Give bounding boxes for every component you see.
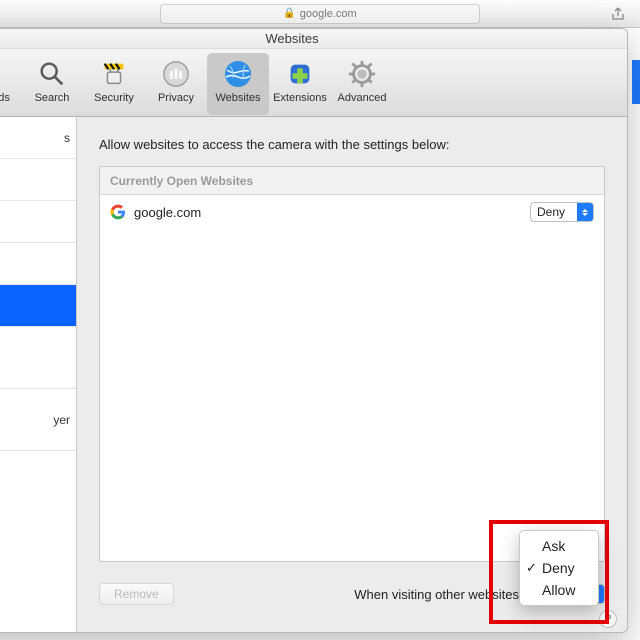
dropdown-menu: Ask ✓Deny Allow: [519, 530, 599, 606]
toolbar-label: Security: [94, 92, 134, 104]
site-name: google.com: [134, 205, 530, 220]
menu-item-ask[interactable]: Ask: [520, 535, 598, 557]
toolbar-label: Websites: [215, 92, 260, 104]
sidebar-item[interactable]: .: [0, 201, 76, 243]
help-icon[interactable]: ?: [599, 610, 617, 628]
sidebar: s . . . . yer: [0, 117, 77, 632]
remove-button[interactable]: Remove: [99, 583, 174, 605]
browser-toolbar: 🔒 google.com: [0, 0, 640, 28]
toolbar-label: Search: [35, 92, 70, 104]
address-bar[interactable]: 🔒 google.com: [160, 4, 480, 24]
content-area: s . . . . yer Allow websites to access t…: [0, 117, 627, 632]
toolbar-item-privacy[interactable]: Privacy: [145, 53, 207, 115]
footer-label: When visiting other websites: [354, 587, 519, 602]
menu-item-allow[interactable]: Allow: [520, 579, 598, 601]
site-row[interactable]: google.com Deny: [100, 195, 604, 229]
panel-footer: Remove When visiting other websites Deny…: [99, 570, 605, 618]
sidebar-item[interactable]: s: [0, 117, 76, 159]
privacy-icon: [159, 57, 193, 91]
websites-list-panel: Currently Open Websites google.com Deny: [99, 166, 605, 562]
sidebar-item[interactable]: .: [0, 327, 76, 389]
extensions-icon: [283, 57, 317, 91]
preferences-window: Websites Passwords Search Security Priva…: [0, 28, 628, 633]
security-icon: [97, 57, 131, 91]
preferences-toolbar: Passwords Search Security Privacy Websit…: [0, 49, 627, 117]
toolbar-item-extensions[interactable]: Extensions: [269, 53, 331, 115]
toolbar-item-advanced[interactable]: Advanced: [331, 53, 393, 115]
globe-icon: [221, 57, 255, 91]
toolbar-label: Extensions: [273, 92, 327, 104]
check-icon: ✓: [526, 560, 537, 576]
sidebar-item-selected[interactable]: [0, 285, 76, 327]
window-title: Websites: [0, 29, 627, 49]
toolbar-item-passwords[interactable]: Passwords: [0, 53, 21, 115]
google-favicon-icon: [110, 204, 126, 220]
instruction-text: Allow websites to access the camera with…: [99, 137, 605, 152]
key-icon: [0, 57, 7, 91]
address-text: google.com: [300, 8, 357, 20]
lock-icon: 🔒: [283, 8, 295, 19]
gear-icon: [345, 57, 379, 91]
menu-item-deny[interactable]: ✓Deny: [520, 557, 598, 579]
toolbar-item-security[interactable]: Security: [83, 53, 145, 115]
sidebar-item[interactable]: .: [0, 159, 76, 201]
toolbar-label: Passwords: [0, 92, 10, 104]
main-panel: Allow websites to access the camera with…: [77, 117, 627, 632]
site-policy-select[interactable]: Deny: [530, 202, 594, 222]
chevron-updown-icon: [577, 203, 593, 221]
toolbar-item-websites[interactable]: Websites: [207, 53, 269, 115]
sidebar-item[interactable]: .: [0, 243, 76, 285]
search-icon: [35, 57, 69, 91]
sidebar-item[interactable]: yer: [0, 389, 76, 451]
share-icon[interactable]: [610, 6, 628, 22]
toolbar-item-search[interactable]: Search: [21, 53, 83, 115]
select-value: Deny: [531, 205, 577, 219]
section-header: Currently Open Websites: [100, 167, 604, 195]
toolbar-label: Privacy: [158, 92, 194, 104]
toolbar-label: Advanced: [338, 92, 387, 104]
background-button-sliver: [632, 60, 640, 104]
